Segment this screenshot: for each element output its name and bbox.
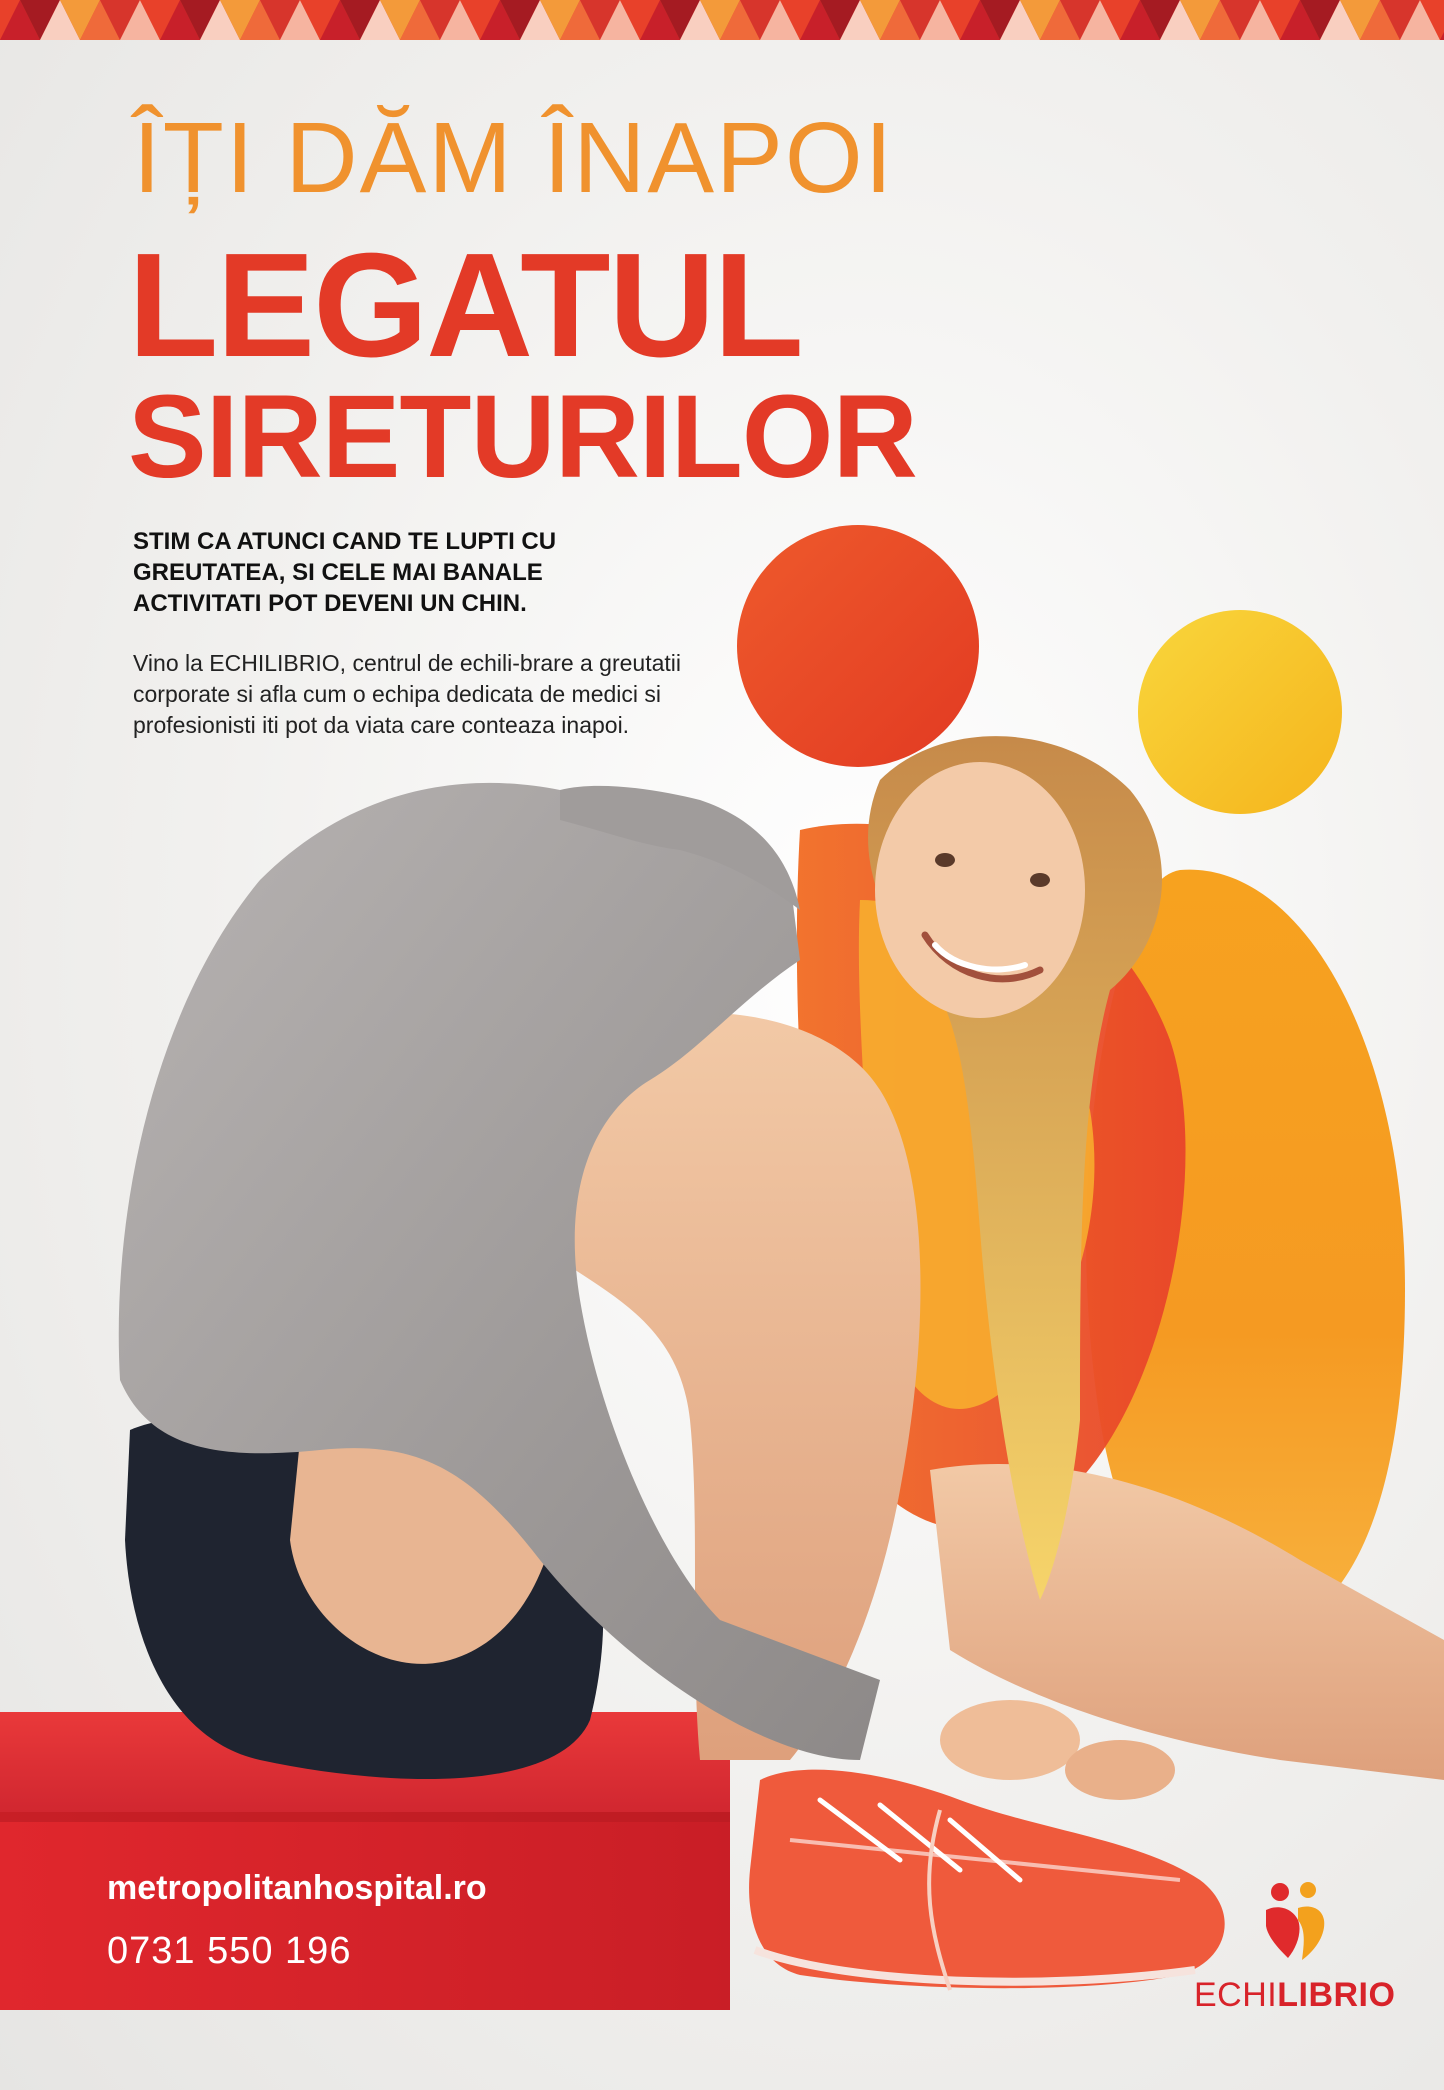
yellow-circle xyxy=(1138,610,1342,814)
headline-line-2: LEGATUL xyxy=(128,223,804,388)
headline-line-1: ÎȚI DĂM ÎNAPOI xyxy=(133,102,895,214)
logo-text-echi: ECHI xyxy=(1194,1976,1278,2014)
logo-wordmark: ECHILIBRIO xyxy=(1194,1976,1395,2015)
intro-body-text: Vino la ECHILIBRIO, centrul de echili-br… xyxy=(133,650,682,738)
phone-number[interactable]: 0731 550 196 xyxy=(107,1930,351,1973)
red-circle xyxy=(737,525,979,767)
logo-text-librio: LIBRIO xyxy=(1277,1976,1396,2014)
intro-bold-text: STIM CA ATUNCI CAND TE LUPTI CU GREUTATE… xyxy=(133,528,557,617)
echilibrio-logo: ECHILIBRIO xyxy=(1186,1880,1416,2020)
headline-line-3: SIRETURILOR xyxy=(128,371,918,503)
echilibrio-logo-icon xyxy=(1266,1882,1325,1960)
website-link[interactable]: metropolitanhospital.ro xyxy=(107,1869,487,1908)
